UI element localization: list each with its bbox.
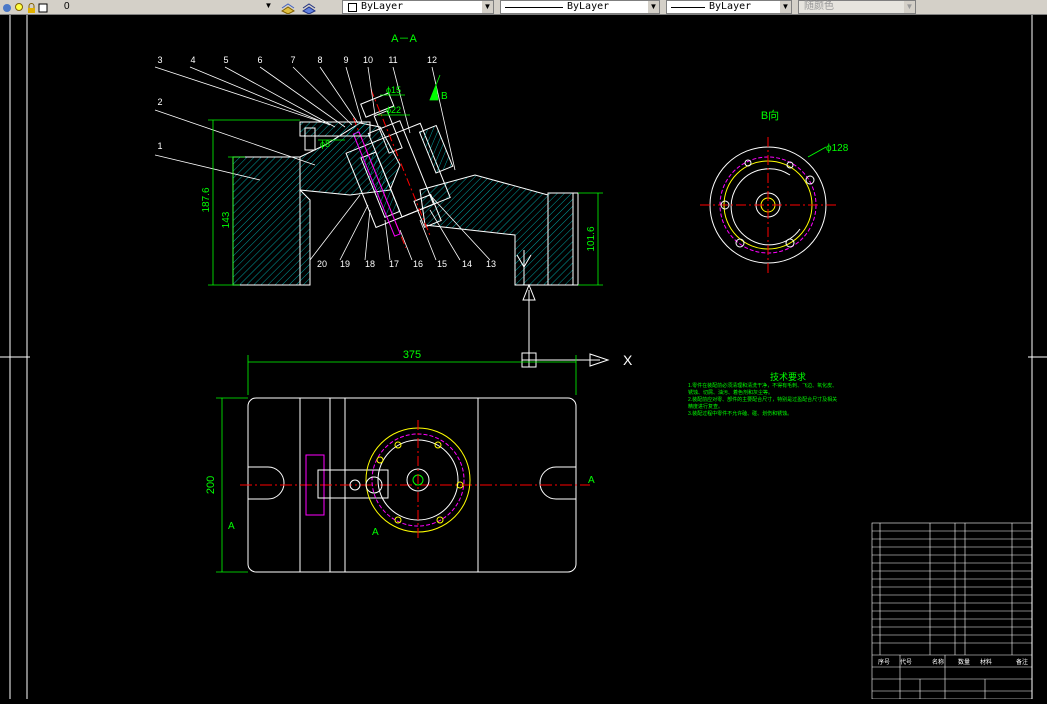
part-number: 20 [317, 259, 327, 269]
part-number: 9 [343, 55, 348, 65]
lineweight-control-value: ByLayer [709, 1, 752, 12]
color-swatch-icon [348, 3, 357, 12]
section-view-body [232, 89, 579, 286]
plotstyle-control-value: 随颜色 [804, 1, 834, 12]
part-number: 5 [223, 55, 228, 65]
chevron-down-icon: ▼ [904, 1, 915, 13]
chevron-down-icon[interactable]: ▼ [482, 1, 493, 13]
lock-icon[interactable] [26, 1, 37, 13]
tech-line: 3.装配过程中零件不允许磕、碰、划伤和锈蚀。 [688, 411, 793, 417]
tech-line: 精度进行复查。 [688, 404, 724, 410]
dim-phi-22: ϕ22 [386, 105, 401, 115]
part-number: 16 [413, 259, 423, 269]
dim-height-total: 187.6 [201, 187, 212, 212]
section-marker-left: A [228, 521, 235, 532]
layer-color-swatch-icon [38, 1, 49, 13]
section-title: A－A [391, 33, 417, 45]
part-number: 12 [427, 55, 437, 65]
linetype-control-dropdown[interactable]: ByLayer ▼ [500, 0, 660, 14]
linetype-preview [505, 7, 563, 8]
footer-cell: 名称 [932, 658, 944, 666]
lightbulb-icon[interactable] [14, 1, 25, 12]
part-number: 18 [365, 259, 375, 269]
dim-height-base: 143 [221, 211, 232, 228]
part-number: 13 [486, 259, 496, 269]
footer-cell: 序号 [878, 658, 890, 666]
linetype-control-value: ByLayer [567, 1, 610, 12]
footer-cell: 数量 [958, 658, 970, 666]
title-block [871, 522, 1033, 700]
plotstyle-control-dropdown[interactable]: 随颜色 ▼ [798, 0, 916, 14]
part-number: 14 [462, 259, 472, 269]
chevron-down-icon[interactable]: ▼ [263, 0, 274, 12]
make-object-layer-current-icon[interactable] [281, 1, 295, 15]
part-number: 2 [157, 97, 162, 107]
view-b-title: B向 [761, 108, 779, 122]
part-number: 7 [290, 55, 295, 65]
part-number: 10 [363, 55, 373, 65]
chevron-down-icon[interactable]: ▼ [648, 1, 659, 13]
part-number: 19 [340, 259, 350, 269]
plan-dimensions [216, 355, 577, 573]
footer-cell: 材料 [980, 658, 992, 666]
part-number: 8 [317, 55, 322, 65]
part-number: 1 [157, 141, 162, 151]
dim-height-plan: 200 [205, 476, 217, 494]
dim-width-plan: 375 [403, 349, 421, 361]
section-marker-bottom: A [372, 527, 379, 538]
part-number: 15 [437, 259, 447, 269]
dim-phi-15: ϕ15 [386, 85, 401, 95]
part-number: 6 [257, 55, 262, 65]
drawing-frame [0, 15, 1047, 699]
tech-title: 技术要求 [769, 372, 806, 382]
lineweight-control-dropdown[interactable]: ByLayer ▼ [666, 0, 792, 14]
view-b-diameter: ϕ128 [826, 143, 849, 154]
plan-view [240, 397, 590, 573]
layer-dropdown[interactable]: ▼ [50, 0, 274, 12]
part-number: 17 [389, 259, 399, 269]
ucs-icon [521, 283, 610, 368]
section-marker-right: A [588, 475, 595, 486]
part-numbers-bottom: 20 19 18 17 16 15 14 13 [317, 259, 496, 269]
dim-height-right: 101.6 [586, 226, 597, 251]
drawing-svg: A－A 3 4 5 6 7 8 9 10 11 12 2 1 20 19 18 … [0, 15, 1047, 700]
part-numbers-top: 3 4 5 6 7 8 9 10 11 12 [157, 55, 437, 65]
dim-phi-8: ϕ8 [320, 139, 330, 149]
view-b [700, 137, 836, 273]
lineweight-preview [671, 7, 705, 8]
part-numbers-left: 2 1 [157, 97, 162, 151]
layer-state-icon[interactable] [2, 1, 13, 12]
tech-line: 1.零件在装配前必须清理和清洗干净，不得有毛刺、飞边、氧化皮、 [688, 383, 838, 389]
view-b-arrow-label: B [441, 91, 448, 102]
drawing-canvas[interactable]: A－A 3 4 5 6 7 8 9 10 11 12 2 1 20 19 18 … [0, 15, 1047, 700]
color-control-value: ByLayer [361, 1, 404, 12]
part-number: 4 [190, 55, 195, 65]
tech-line: 锈蚀、切屑、油污、着色剂和灰尘等。 [688, 390, 774, 396]
part-number: 3 [157, 55, 162, 65]
chevron-down-icon[interactable]: ▼ [780, 1, 791, 13]
layer-previous-icon[interactable] [302, 1, 316, 15]
footer-cell: 备注 [1016, 658, 1028, 666]
title-block-text: 序号 代号 名称 数量 材料 备注 [878, 658, 1028, 666]
ucs-x-label: X [623, 352, 633, 368]
footer-cell: 代号 [900, 658, 912, 666]
technical-requirements: 技术要求 1.零件在装配前必须清理和清洗干净，不得有毛刺、飞边、氧化皮、 锈蚀、… [688, 372, 888, 418]
tech-line: 2.装配前应对零、部件的主要配合尺寸，特别是过盈配合尺寸及相关 [688, 397, 838, 403]
part-number: 11 [388, 55, 397, 65]
color-control-dropdown[interactable]: ByLayer ▼ [342, 0, 494, 14]
properties-toolbar: 0 ▼ ByLayer ▼ ByLayer ▼ ByLayer ▼ 随颜色 ▼ [0, 0, 1047, 15]
